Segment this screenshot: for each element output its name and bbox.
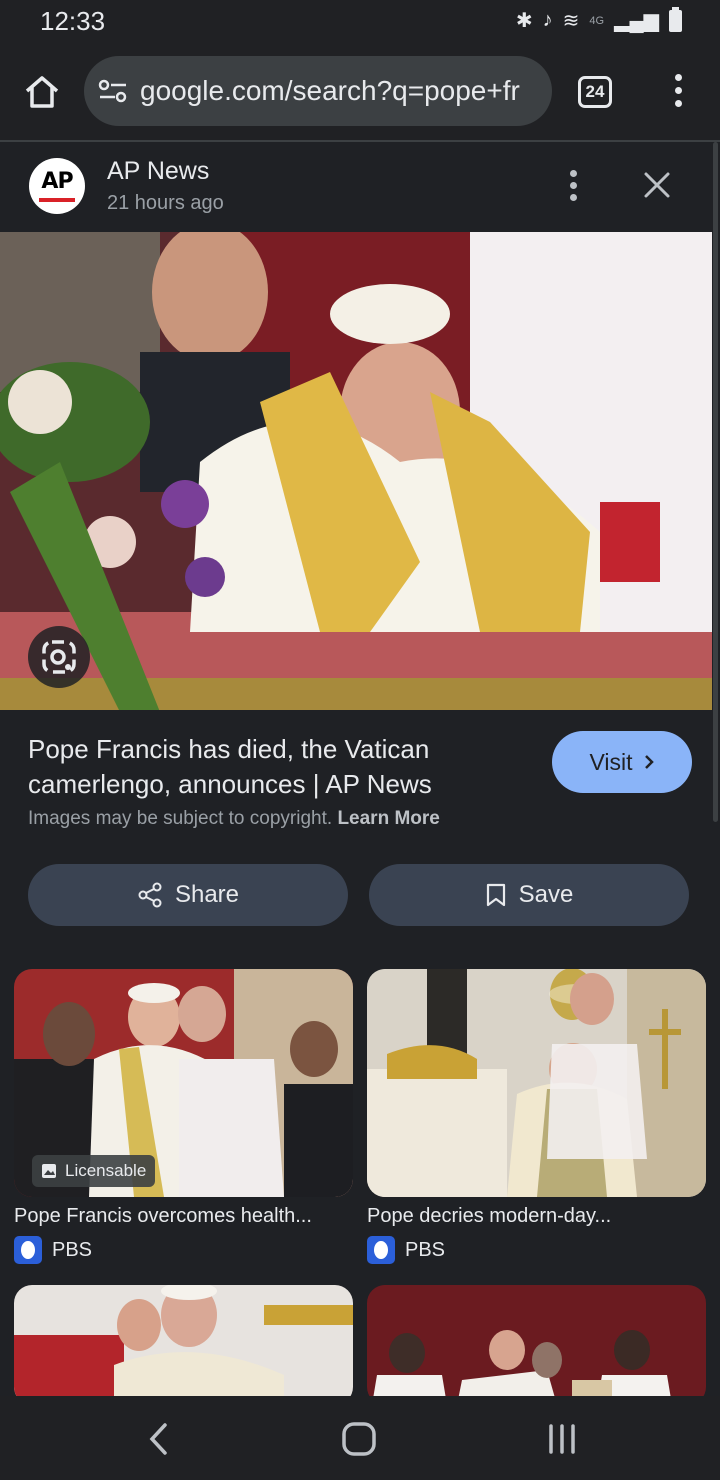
related-title-1[interactable]: Pope Francis overcomes health...	[14, 1205, 312, 1228]
google-lens-button[interactable]	[28, 626, 90, 688]
main-image[interactable]	[0, 232, 712, 710]
learn-more-link[interactable]: Learn More	[337, 808, 439, 829]
source-header: AP AP News 21 hours ago	[0, 142, 712, 232]
back-icon[interactable]	[146, 1422, 172, 1456]
mute-icon: ♪	[542, 9, 553, 31]
pbs-logo-icon	[14, 1236, 42, 1264]
site-settings-icon[interactable]	[98, 78, 128, 104]
related-image-3[interactable]	[14, 1285, 353, 1405]
status-time: 12:33	[40, 6, 106, 36]
chevron-right-icon	[644, 755, 654, 769]
related-title-2[interactable]: Pope decries modern-day...	[367, 1205, 611, 1228]
result-title[interactable]: Pope Francis has died, the Vatican camer…	[28, 732, 528, 802]
browser-menu-icon[interactable]	[670, 74, 686, 110]
bluetooth-icon: ✱	[515, 10, 533, 32]
related-source-1: PBS	[14, 1236, 92, 1264]
close-icon[interactable]	[640, 168, 674, 202]
address-bar[interactable]: google.com/search?q=pope+fr	[84, 56, 552, 126]
status-icons: ✱ ♪ ≋ 4G ▂▄▆	[515, 6, 682, 33]
copyright-notice: Images may be subject to copyright. Lear…	[28, 808, 440, 829]
more-options-icon[interactable]	[566, 170, 580, 206]
source-name: AP News	[107, 157, 210, 185]
related-source-2: PBS	[367, 1236, 445, 1264]
battery-icon	[669, 6, 682, 32]
image-icon	[42, 1164, 56, 1178]
bookmark-icon	[486, 883, 505, 907]
url-text[interactable]: google.com/search?q=pope+fr	[140, 75, 520, 107]
source-time: 21 hours ago	[107, 192, 224, 214]
lens-icon	[42, 640, 76, 674]
network-type: 4G	[589, 14, 605, 27]
signal-icon: ▂▄▆	[614, 10, 659, 32]
home-icon[interactable]	[22, 72, 62, 112]
share-button[interactable]: Share	[28, 864, 348, 926]
save-button[interactable]: Save	[369, 864, 689, 926]
related-image-2[interactable]	[367, 969, 706, 1197]
status-bar: 12:33 ✱ ♪ ≋ 4G ▂▄▆	[0, 0, 720, 44]
browser-toolbar: google.com/search?q=pope+fr 24	[0, 44, 720, 142]
share-icon	[138, 882, 162, 908]
scrollbar[interactable]	[713, 142, 718, 822]
pbs-logo-icon	[367, 1236, 395, 1264]
visit-button[interactable]: Visit	[552, 731, 692, 793]
ap-logo: AP	[29, 158, 85, 214]
wifi-icon: ≋	[562, 10, 580, 32]
licensable-badge[interactable]: Licensable	[32, 1155, 156, 1187]
home-nav-icon[interactable]	[340, 1422, 378, 1456]
system-nav-bar	[0, 1396, 720, 1480]
related-image-4[interactable]	[367, 1285, 706, 1405]
tab-switcher-button[interactable]: 24	[578, 76, 612, 108]
recents-icon[interactable]	[545, 1422, 579, 1456]
